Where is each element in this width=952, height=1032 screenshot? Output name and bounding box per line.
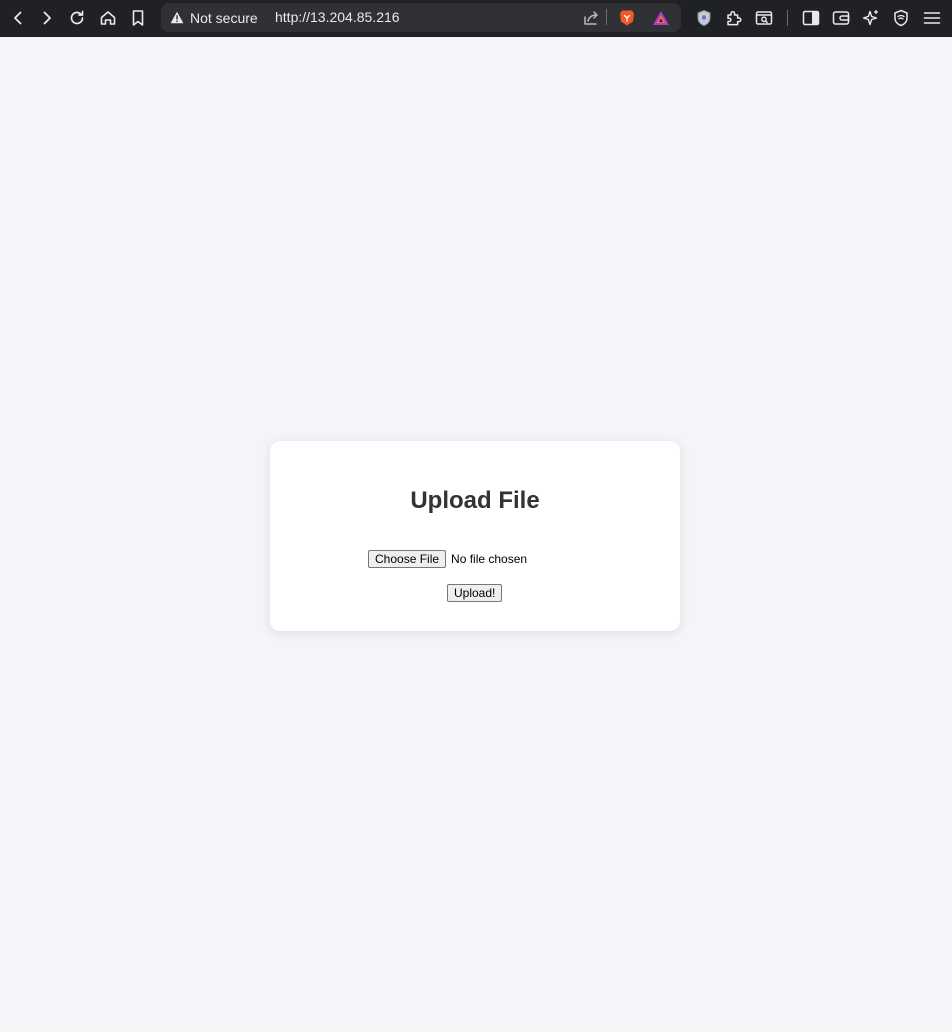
vpn-shield-icon[interactable] — [690, 4, 718, 32]
extensions-icon[interactable] — [720, 4, 748, 32]
leo-ai-icon[interactable] — [857, 4, 885, 32]
warning-icon — [170, 11, 184, 24]
security-indicator[interactable]: Not secure — [170, 3, 258, 32]
security-label: Not secure — [190, 9, 258, 26]
url-text[interactable]: http://13.204.85.216 — [275, 3, 400, 32]
address-bar[interactable]: Not secure http://13.204.85.216 — [161, 3, 681, 32]
brave-rewards-icon[interactable] — [647, 3, 675, 32]
upload-card: Upload File Choose File No file chosen U… — [270, 441, 680, 631]
search-page-icon[interactable] — [750, 4, 778, 32]
browser-toolbar: Not secure http://13.204.85.216 — [0, 0, 952, 37]
home-icon[interactable] — [94, 4, 122, 32]
menu-icon[interactable] — [918, 4, 946, 32]
choose-file-button[interactable]: Choose File — [368, 550, 447, 568]
wallet-icon[interactable] — [827, 4, 855, 32]
forward-icon[interactable] — [33, 4, 61, 32]
page-title: Upload File — [410, 487, 540, 514]
brave-vpn-icon[interactable] — [887, 4, 915, 32]
file-status-text: No file chosen — [451, 552, 528, 566]
back-icon[interactable] — [4, 4, 32, 32]
file-input[interactable]: Choose File No file chosen — [368, 550, 527, 568]
share-icon[interactable] — [577, 3, 605, 32]
brave-shields-icon[interactable] — [613, 3, 641, 32]
upload-button[interactable]: Upload! — [447, 584, 503, 602]
reload-icon[interactable] — [63, 4, 91, 32]
bookmark-icon[interactable] — [124, 4, 152, 32]
sidebar-toggle-icon[interactable] — [797, 4, 825, 32]
